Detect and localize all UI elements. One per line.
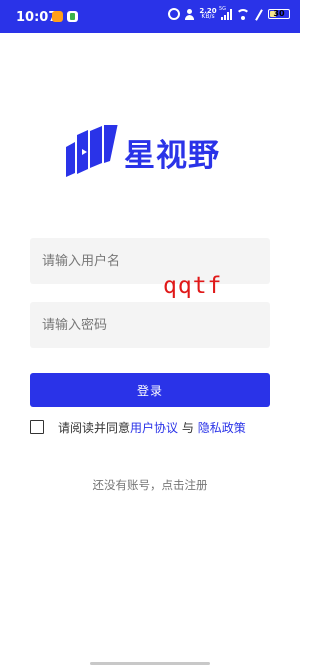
logo-text: 星视野: [124, 138, 220, 174]
mute-icon: [254, 9, 264, 20]
agreement-conjunction: 与: [181, 420, 194, 435]
user-agreement-link[interactable]: 用户协议: [130, 421, 178, 435]
network-type: 5G: [219, 5, 227, 12]
login-screen: 10:07 2.20 KB/s 5G 30 星视野 请输入用户名 qqtf 登录…: [0, 0, 300, 667]
privacy-policy-link[interactable]: 隐私政策: [198, 421, 246, 435]
app-logo: 星视野: [66, 125, 220, 180]
alarm-icon: [168, 8, 180, 20]
wifi-icon: [236, 8, 250, 20]
status-indicators: 2.20 KB/s 5G 30: [168, 5, 290, 20]
agreement-text: 请阅读并同意用户协议 与 隐私政策: [58, 419, 246, 436]
notification-icons: [52, 11, 78, 22]
battery-icon: 30: [268, 9, 290, 19]
agreement-row: 请阅读并同意用户协议 与 隐私政策: [30, 418, 246, 436]
net-speed-unit: KB/s: [201, 13, 215, 20]
register-link[interactable]: 还没有账号，点击注册: [0, 477, 300, 493]
battery-level: 30: [273, 9, 285, 18]
agreement-checkbox[interactable]: [30, 420, 44, 434]
overlay-text: qqtf: [163, 273, 223, 299]
person-icon: [184, 8, 195, 20]
app-notification-icon: [52, 11, 63, 22]
password-input[interactable]: [30, 302, 270, 348]
app-notification-icon: [67, 11, 78, 22]
agreement-prefix: 请阅读并同意: [58, 420, 131, 435]
logo-mark-icon: [66, 125, 118, 177]
status-bar: 10:07 2.20 KB/s 5G 30: [0, 0, 300, 33]
home-indicator[interactable]: [90, 662, 210, 665]
username-input[interactable]: [30, 238, 270, 284]
net-speed: 2.20 KB/s: [199, 8, 217, 20]
signal-icon: 5G: [219, 5, 232, 20]
login-button[interactable]: 登录: [30, 373, 270, 407]
